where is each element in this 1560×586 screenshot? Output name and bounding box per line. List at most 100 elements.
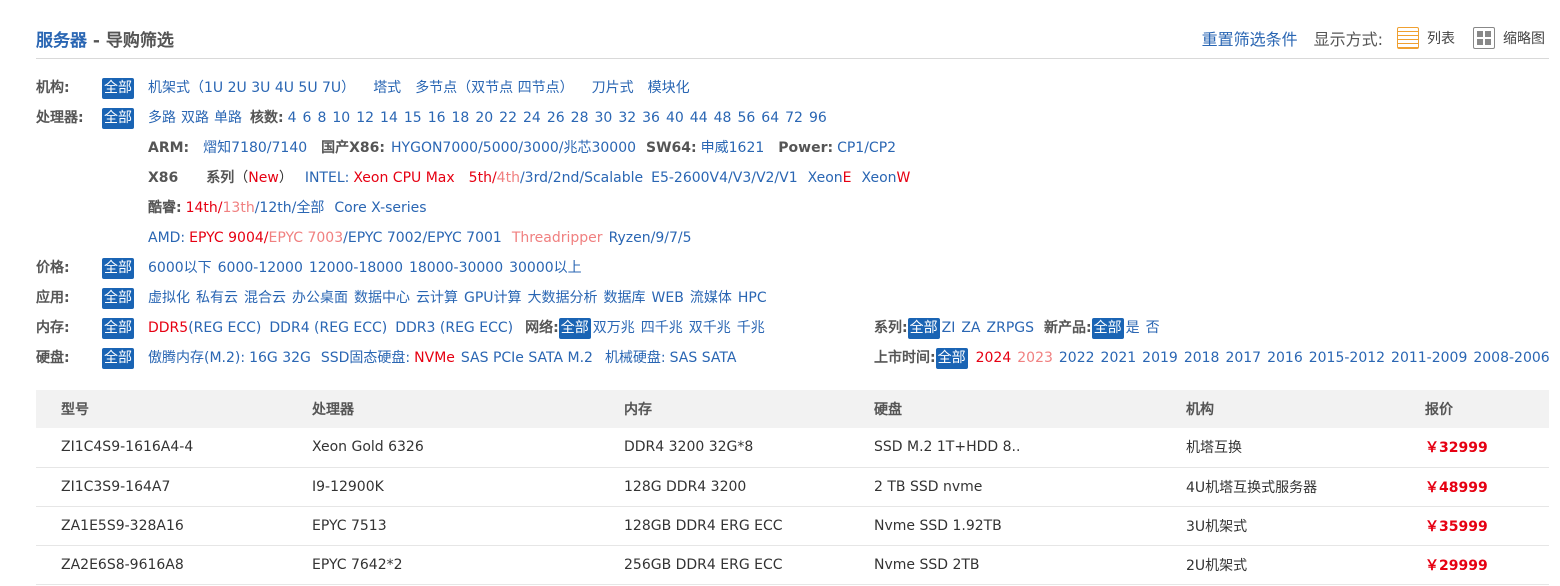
filter-all-cpu[interactable]: 全部 <box>102 107 134 129</box>
network-option-3[interactable]: 千兆 <box>737 317 765 339</box>
price-option-0[interactable]: 6000以下 <box>148 257 212 279</box>
cores-option-7[interactable]: 16 <box>428 107 446 129</box>
filter-jigou-blade[interactable]: 刀片式 <box>592 77 634 99</box>
cores-option-20[interactable]: 56 <box>737 107 755 129</box>
cores-option-0[interactable]: 4 <box>288 107 297 129</box>
filter-jigou-multinode[interactable]: 多节点（双节点 四节点） <box>415 77 573 99</box>
app-option-7[interactable]: 大数据分析 <box>528 287 598 309</box>
cores-option-4[interactable]: 12 <box>356 107 374 129</box>
memory-ddr5-tail[interactable]: (REG ECC) <box>188 317 261 339</box>
app-option-10[interactable]: 流媒体 <box>690 287 732 309</box>
filter-all-series[interactable]: 全部 <box>907 317 940 339</box>
intel-gen-links[interactable]: /3rd/2nd/Scalable <box>520 167 643 189</box>
cores-option-12[interactable]: 26 <box>547 107 565 129</box>
amd-ryzen-link[interactable]: Ryzen/9/7/5 <box>609 227 692 249</box>
cores-option-8[interactable]: 18 <box>452 107 470 129</box>
release-option-6[interactable]: 2015-2012 <box>1309 347 1385 369</box>
release-option-5[interactable]: 2016 <box>1267 347 1303 369</box>
app-option-0[interactable]: 虚拟化 <box>148 287 190 309</box>
cell-model[interactable]: ZI1C4S9-1616A4-4 <box>36 428 287 468</box>
release-option-8[interactable]: 2008-2006 <box>1473 347 1549 369</box>
release-option-2[interactable]: 2019 <box>1142 347 1178 369</box>
disk-nvme-link[interactable]: NVMe <box>414 347 455 369</box>
arm-options[interactable]: 熠知7180/7140 <box>203 137 307 159</box>
filter-all-jigou[interactable]: 全部 <box>102 77 134 99</box>
network-option-2[interactable]: 双千兆 <box>689 317 731 339</box>
app-option-4[interactable]: 数据中心 <box>354 287 410 309</box>
disk-aoteng-options[interactable]: 16G 32G <box>249 347 311 369</box>
filter-cpu-multi[interactable]: 多路 <box>148 107 176 129</box>
app-option-9[interactable]: WEB <box>652 287 684 309</box>
release-2023-link[interactable]: 2023 <box>1017 347 1053 369</box>
cores-option-3[interactable]: 10 <box>332 107 350 129</box>
newproduct-no[interactable]: 否 <box>1146 317 1160 339</box>
intel-xeon-w-prefix[interactable]: Xeon <box>862 167 897 189</box>
series-option-2[interactable]: ZRPGS <box>987 317 1035 339</box>
cores-option-21[interactable]: 64 <box>761 107 779 129</box>
release-option-4[interactable]: 2017 <box>1225 347 1261 369</box>
brand-link[interactable]: 服务器 <box>36 31 87 51</box>
filter-jigou-modular[interactable]: 模块化 <box>648 77 690 99</box>
filter-jigou-tower[interactable]: 塔式 <box>373 77 401 99</box>
newproduct-yes[interactable]: 是 <box>1126 317 1140 339</box>
sw64-options[interactable]: 申威1621 <box>701 137 765 159</box>
filter-cpu-dual[interactable]: 双路 <box>181 107 209 129</box>
thumbnail-view-button[interactable]: 缩略图 <box>1473 27 1545 49</box>
cores-option-6[interactable]: 15 <box>404 107 422 129</box>
amd-threadripper-link[interactable]: Threadripper <box>512 227 603 249</box>
filter-all-release[interactable]: 全部 <box>935 347 968 369</box>
release-option-1[interactable]: 2021 <box>1101 347 1137 369</box>
filter-all-price[interactable]: 全部 <box>102 257 134 279</box>
price-option-4[interactable]: 30000以上 <box>509 257 582 279</box>
app-option-2[interactable]: 混合云 <box>244 287 286 309</box>
cores-option-1[interactable]: 6 <box>303 107 312 129</box>
table-row[interactable]: ZI1C3S9-164A7 I9-12900K 128G DDR4 3200 2 TB… <box>36 467 1549 507</box>
intel-4th-link[interactable]: 4th <box>497 167 520 189</box>
cores-option-11[interactable]: 24 <box>523 107 541 129</box>
disk-ssd-options[interactable]: SAS PCIe SATA M.2 <box>461 347 593 369</box>
cores-option-18[interactable]: 44 <box>690 107 708 129</box>
cores-option-22[interactable]: 72 <box>785 107 803 129</box>
filter-all-app[interactable]: 全部 <box>102 287 134 309</box>
cores-option-23[interactable]: 96 <box>809 107 827 129</box>
cores-option-19[interactable]: 48 <box>714 107 732 129</box>
price-option-1[interactable]: 6000-12000 <box>218 257 303 279</box>
cores-option-15[interactable]: 32 <box>618 107 636 129</box>
core-13th-link[interactable]: 13th <box>223 197 255 219</box>
core-gen-links[interactable]: /12th/全部 <box>255 197 325 219</box>
intel-xeon-max-link[interactable]: Xeon CPU Max <box>353 167 454 189</box>
table-row[interactable]: ZI1C4S9-1616A4-4 Xeon Gold 6326 DDR4 3200 … <box>36 428 1549 468</box>
cores-option-2[interactable]: 8 <box>317 107 326 129</box>
cores-option-14[interactable]: 30 <box>594 107 612 129</box>
filter-all-memory[interactable]: 全部 <box>102 317 134 339</box>
filter-cpu-single[interactable]: 单路 <box>214 107 242 129</box>
filter-all-network[interactable]: 全部 <box>558 317 591 339</box>
series-option-1[interactable]: ZA <box>961 317 980 339</box>
app-option-11[interactable]: HPC <box>738 287 767 309</box>
price-option-3[interactable]: 18000-30000 <box>409 257 503 279</box>
network-option-1[interactable]: 四千兆 <box>641 317 683 339</box>
table-row[interactable]: ZA2E6S8-9616A8 EPYC 7642*2 256GB DDR4 ERG … <box>36 545 1549 585</box>
series-new-link[interactable]: New <box>248 167 279 189</box>
network-option-0[interactable]: 双万兆 <box>593 317 635 339</box>
filter-all-newproduct[interactable]: 全部 <box>1091 317 1124 339</box>
release-option-7[interactable]: 2011-2009 <box>1391 347 1467 369</box>
intel-e5-link[interactable]: E5-2600V4/V3/V2/V1 <box>651 167 798 189</box>
amd-epyc-links[interactable]: /EPYC 7002/EPYC 7001 <box>343 227 502 249</box>
cores-option-16[interactable]: 36 <box>642 107 660 129</box>
cores-option-5[interactable]: 14 <box>380 107 398 129</box>
cores-option-13[interactable]: 28 <box>571 107 589 129</box>
reset-filters-link[interactable]: 重置筛选条件 <box>1202 26 1298 50</box>
app-option-1[interactable]: 私有云 <box>196 287 238 309</box>
filter-jigou-rack[interactable]: 机架式（1U 2U 3U 4U 5U 7U） <box>148 77 355 99</box>
power-options[interactable]: CP1/CP2 <box>837 137 896 159</box>
app-option-8[interactable]: 数据库 <box>604 287 646 309</box>
disk-hdd-options[interactable]: SAS SATA <box>670 347 737 369</box>
core-14th-link[interactable]: 14th/ <box>186 197 223 219</box>
series-option-0[interactable]: ZI <box>942 317 956 339</box>
intel-xeon-e-prefix[interactable]: Xeon <box>808 167 843 189</box>
amd-7003-link[interactable]: EPYC 7003 <box>269 227 344 249</box>
list-view-button[interactable]: 列表 <box>1397 27 1455 49</box>
intel-xeon-e-link[interactable]: E <box>843 167 852 189</box>
core-x-series-link[interactable]: Core X-series <box>334 197 426 219</box>
